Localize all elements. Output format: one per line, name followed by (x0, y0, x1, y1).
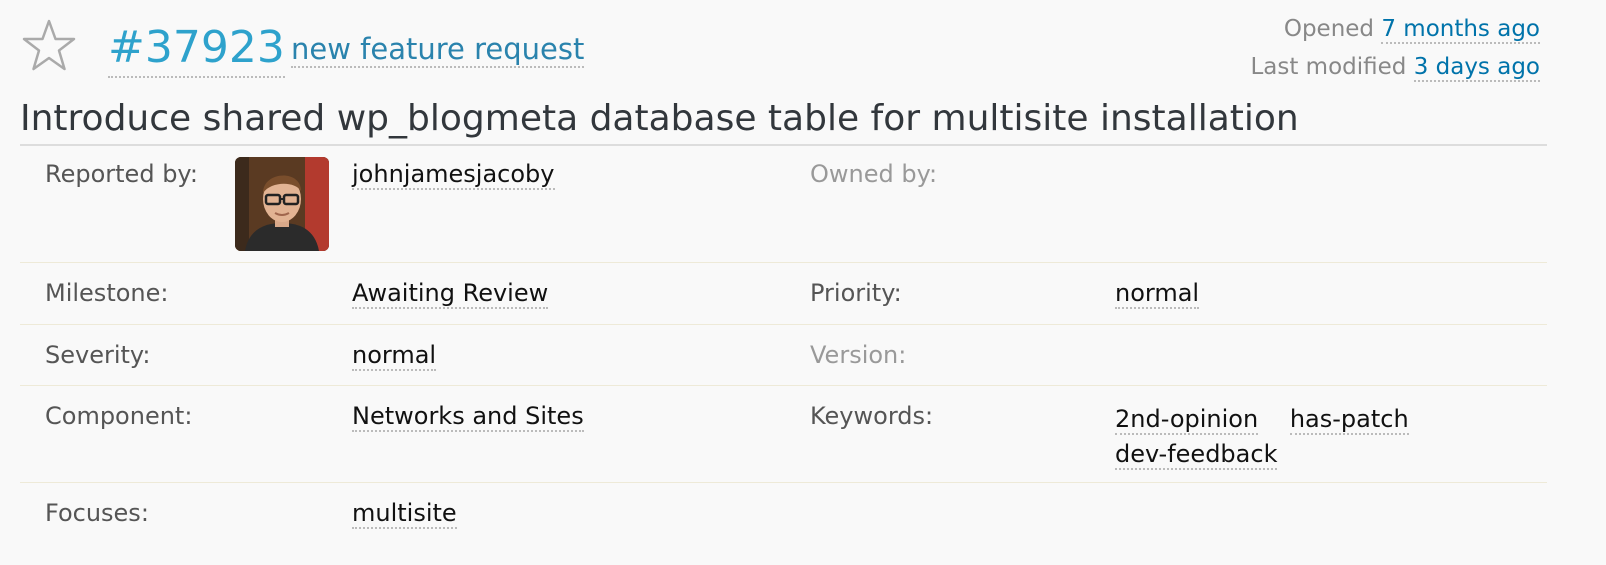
row-focuses: Focuses: multisite (20, 483, 1547, 543)
keyword-link[interactable]: dev-feedback (1115, 440, 1278, 470)
modified-label: Last modified (1250, 54, 1407, 80)
ticket-type-text[interactable]: new feature request (291, 32, 585, 68)
milestone-value[interactable]: Awaiting Review (352, 279, 549, 309)
modified-link[interactable]: 3 days ago (1413, 54, 1540, 82)
ticket-properties: Reported by: johnjamesjacoby Owned by: M… (20, 150, 1547, 543)
ticket-type-link[interactable]: new feature request (291, 30, 585, 68)
priority-value[interactable]: normal (1115, 279, 1200, 309)
opened-row: Opened 7 months ago (1250, 10, 1540, 48)
opened-link[interactable]: 7 months ago (1381, 16, 1540, 44)
opened-label: Opened (1283, 16, 1375, 42)
keyword-link[interactable]: 2nd-opinion (1115, 405, 1259, 435)
reported-by-label: Reported by: (45, 160, 198, 188)
component-value[interactable]: Networks and Sites (352, 402, 584, 432)
ticket-dates: Opened 7 months ago Last modified 3 days… (1250, 10, 1540, 86)
reporter-value[interactable]: johnjamesjacoby (352, 160, 555, 190)
row-severity-version: Severity: normal Version: (20, 325, 1547, 386)
row-reporter-owner: Reported by: johnjamesjacoby Owned by: (20, 150, 1547, 263)
focuses-value[interactable]: multisite (352, 499, 457, 529)
component-link[interactable]: Networks and Sites (352, 402, 584, 432)
ticket-summary: Introduce shared wp_blogmeta database ta… (20, 96, 1547, 146)
row-component-keywords: Component: Networks and Sites Keywords: … (20, 386, 1547, 483)
focuses-link[interactable]: multisite (352, 499, 457, 529)
milestone-link[interactable]: Awaiting Review (352, 279, 549, 309)
version-label: Version: (810, 341, 907, 369)
keyword-link[interactable]: has-patch (1289, 405, 1409, 435)
owned-by-label: Owned by: (810, 160, 938, 188)
star-icon[interactable] (20, 18, 78, 76)
severity-link[interactable]: normal (352, 341, 437, 371)
reporter-link[interactable]: johnjamesjacoby (352, 160, 555, 190)
severity-label: Severity: (45, 341, 151, 369)
component-label: Component: (45, 402, 193, 430)
priority-label: Priority: (810, 279, 902, 307)
row-milestone-priority: Milestone: Awaiting Review Priority: nor… (20, 263, 1547, 325)
focuses-label: Focuses: (45, 499, 149, 527)
ticket-number-link[interactable]: #37923 (108, 20, 285, 78)
keywords-label: Keywords: (810, 402, 934, 430)
avatar[interactable] (235, 157, 329, 251)
priority-link[interactable]: normal (1115, 279, 1200, 309)
severity-value[interactable]: normal (352, 341, 437, 371)
keywords-list: 2nd-opinion has-patch dev-feedback (1115, 402, 1445, 472)
milestone-label: Milestone: (45, 279, 169, 307)
modified-row: Last modified 3 days ago (1250, 48, 1540, 86)
